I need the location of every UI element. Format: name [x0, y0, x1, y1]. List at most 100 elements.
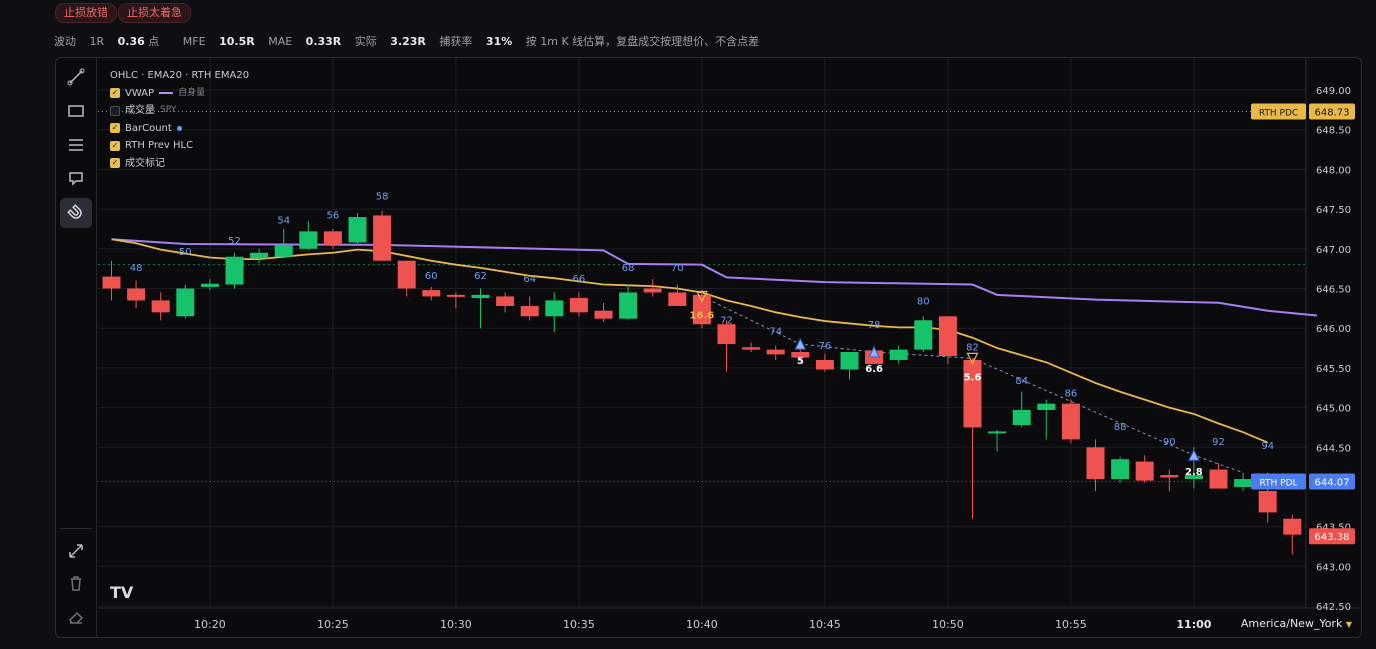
trade-r-label: 5 [797, 356, 804, 367]
long-entry-marker [1188, 449, 1200, 461]
candle-body [323, 231, 342, 245]
candle-body [594, 310, 613, 319]
candle-body [1135, 461, 1154, 481]
candle-body [1258, 490, 1277, 513]
bar-count-label: 72 [720, 315, 733, 326]
legend-barcount[interactable]: ✓ BarCount [110, 120, 249, 138]
trade-r-label: 16.6 [690, 310, 715, 321]
candle-body [1012, 409, 1031, 426]
candle-body [988, 431, 1007, 434]
long-entry-marker [794, 337, 807, 350]
trade-r-label: 2.8 [1185, 467, 1203, 478]
candle-body [619, 292, 638, 319]
price-tick-label: 642.50 [1316, 602, 1351, 613]
trade-r-label: 6.6 [865, 364, 883, 375]
legend-vwap[interactable]: ✓ VWAP 自身量 [110, 85, 249, 103]
price-tick-label: 649.00 [1316, 86, 1351, 97]
time-tick-label: 10:50 [932, 618, 964, 631]
candle-body [151, 300, 170, 313]
level-price-value: 648.73 [1315, 107, 1350, 118]
bar-count-label: 88 [1114, 422, 1127, 433]
level-price-value: 644.07 [1315, 477, 1350, 488]
candle-body [1209, 469, 1228, 489]
time-tick-label: 10:30 [440, 618, 472, 631]
level-tag-name: RTH PDL [1259, 478, 1297, 488]
checkbox-checked-icon[interactable]: ✓ [110, 158, 120, 169]
last-price-value: 643.38 [1315, 532, 1350, 543]
price-tick-label: 645.00 [1316, 404, 1351, 415]
legend-title: OHLC · EMA20 · RTH EMA20 [110, 70, 250, 81]
bar-count-label: 86 [1065, 388, 1078, 399]
tradingview-logo: TV [110, 583, 134, 602]
candle-body [496, 296, 515, 306]
bar-count-label: 66 [573, 274, 586, 285]
time-tick-label: 10:40 [686, 618, 718, 631]
bar-count-label: 92 [1212, 437, 1225, 448]
checkbox-checked-icon[interactable]: ✓ [110, 123, 120, 134]
candle-body [1086, 447, 1105, 480]
candle-body [963, 359, 982, 428]
price-tick-label: 648.00 [1316, 165, 1351, 176]
bar-count-label: 62 [474, 271, 487, 282]
legend-rth-prev[interactable]: ✓ RTH Prev HLC [110, 137, 249, 155]
bar-count-label: 84 [1015, 376, 1028, 387]
time-tick-label: 10:35 [563, 618, 595, 631]
bar-count-label: 68 [622, 263, 635, 274]
bar-count-label: 76 [819, 341, 832, 352]
price-tick-label: 647.00 [1316, 245, 1351, 256]
time-tick-label: 10:25 [317, 618, 349, 631]
candle-body [127, 288, 146, 301]
time-tick-label: 10:20 [194, 618, 226, 631]
candle-body [446, 294, 465, 297]
checkbox-unchecked-icon[interactable] [110, 105, 120, 116]
trade-r-label: 5.6 [964, 372, 982, 383]
candle-body [938, 316, 957, 356]
candle-body [914, 320, 933, 350]
candle-body [717, 324, 736, 345]
legend-volume[interactable]: 成交量 SPY [110, 102, 249, 120]
price-tick-label: 648.50 [1316, 126, 1351, 137]
candle-body [299, 231, 318, 249]
candle-body [815, 359, 834, 370]
chart-legend: OHLC · EMA20 · RTH EMA20 ✓ VWAP 自身量 成交量 SPY… [110, 67, 249, 172]
time-tick-label: 11:00 [1176, 618, 1211, 631]
bar-count-label: 56 [327, 211, 340, 222]
chevron-down-icon: ▼ [1345, 620, 1352, 629]
timezone-selector[interactable]: America/New_York ▼ [1241, 617, 1352, 630]
candle-body [1283, 518, 1302, 535]
price-tick-label: 645.50 [1316, 364, 1351, 375]
legend-trades[interactable]: ✓ 成交标记 [110, 155, 249, 173]
candle-body [668, 292, 687, 306]
checkbox-checked-icon[interactable]: ✓ [110, 140, 120, 151]
bar-count-label: 70 [671, 263, 684, 274]
bar-count-label: 74 [769, 327, 782, 338]
bar-count-label: 80 [917, 296, 930, 307]
candle-body [766, 349, 785, 355]
candle-body [545, 300, 564, 317]
bar-count-label: 64 [523, 274, 536, 285]
candle-body [889, 349, 908, 360]
candle-body [225, 256, 244, 285]
candle-body [1234, 479, 1253, 487]
candle-body [840, 352, 859, 370]
checkbox-checked-icon[interactable]: ✓ [110, 88, 120, 99]
bar-count-label: 60 [425, 271, 438, 282]
candle-body [742, 347, 761, 350]
candle-body [643, 288, 662, 293]
bar-count-label: 48 [130, 263, 143, 274]
candle-body [176, 288, 195, 317]
vwap-swatch [159, 92, 174, 95]
time-tick-label: 10:45 [809, 618, 841, 631]
candle-body [274, 244, 293, 257]
bar-count-label: 78 [868, 320, 881, 331]
price-tick-label: 647.50 [1316, 205, 1351, 216]
bar-count-label: 90 [1163, 437, 1176, 448]
bar-count-label: 50 [179, 247, 192, 258]
candle-body [348, 217, 367, 243]
candle-body [102, 276, 121, 289]
candle-body [250, 252, 269, 259]
barcount-dot-icon [176, 125, 182, 131]
candle-body [422, 290, 441, 297]
level-tag-name: RTH PDC [1259, 108, 1298, 118]
candle-body [373, 215, 392, 261]
